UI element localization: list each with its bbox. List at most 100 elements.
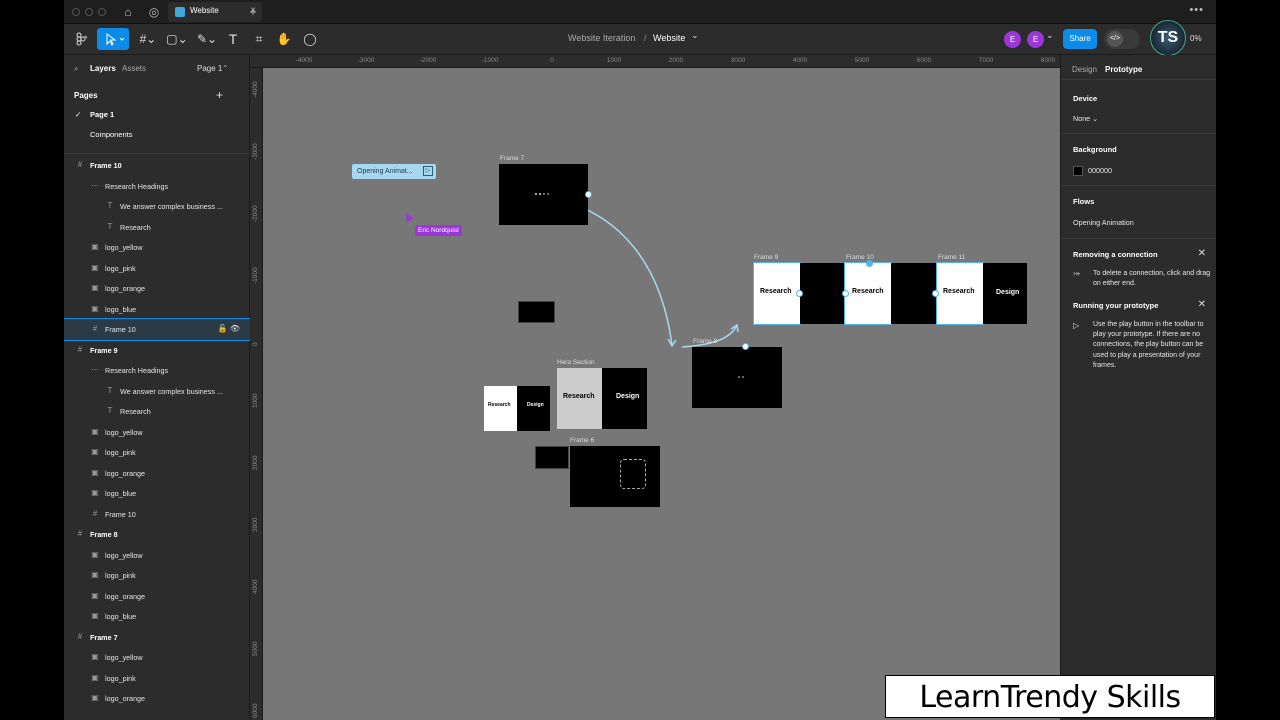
play-icon[interactable]: ▷ [423,166,433,176]
globe-icon[interactable]: ◎ [146,4,162,20]
connection-handle[interactable] [585,191,592,198]
text-tool-icon[interactable]: T [224,28,242,50]
small-frame-dark[interactable]: Design [517,386,550,431]
page-item-components[interactable]: Components [64,125,250,145]
frame-label[interactable]: Frame 11 [938,254,965,261]
layer-row[interactable]: ▣ logo_pink [64,442,250,463]
layer-row[interactable]: ▣ logo_pink [64,668,250,689]
flow-item[interactable]: Opening Animation [1073,218,1134,227]
hero-section[interactable]: Research [557,368,602,429]
layer-row[interactable]: ▣ logo_orange [64,278,250,299]
layer-row[interactable]: T We answer complex business ... [64,381,250,402]
frame-label[interactable]: Frame 7 [500,155,524,162]
frame-label[interactable]: Frame 9 [754,254,778,261]
avatar[interactable]: E [1027,31,1044,48]
background-color-swatch[interactable] [1073,166,1083,176]
image-icon: ▣ [91,262,99,272]
pen-tool-icon[interactable]: ✎⌄ [194,28,220,50]
frame-label[interactable]: Frame 8 [693,338,717,345]
layer-row[interactable]: ▣ logo_pink [64,258,250,279]
frame-8[interactable] [692,347,782,408]
layer-row[interactable]: ▣ logo_yellow [64,237,250,258]
layer-row[interactable]: # Frame 10 🔓 👁 [64,318,251,341]
layer-row[interactable]: ▣ logo_blue [64,606,250,627]
layer-row[interactable]: ▣ logo_yellow [64,647,250,668]
layer-row[interactable]: T Research [64,401,250,422]
connection-handle[interactable] [932,290,939,297]
close-icon[interactable]: ✕ [1198,299,1206,310]
chevron-down-icon[interactable]: ⌄ [691,30,699,41]
dev-mode-toggle[interactable]: </> [1104,29,1140,49]
frame-9-dark[interactable] [800,263,845,324]
canvas[interactable]: -4000 -3000 -2000 -1000 0 1000 2000 3000 4000 500… [250,55,1060,720]
frame-9[interactable]: Research [753,262,801,325]
connection-handle[interactable] [796,290,803,297]
tab-assets[interactable]: Assets [122,64,146,73]
layer-row[interactable]: ▣ logo_blue [64,299,250,320]
layer-row[interactable]: T Research [64,217,250,238]
device-select[interactable]: None ⌄ [1073,114,1098,123]
layer-row[interactable]: T We answer complex business ... [64,196,250,217]
shape-tool-icon[interactable]: ▢⌄ [164,28,190,50]
layer-row[interactable]: # Frame 8 [64,524,250,545]
frame-label[interactable]: Frame 6 [570,437,594,444]
layer-row[interactable]: ▣ logo_orange [64,586,250,607]
frame-label[interactable]: Hero Section [557,359,595,366]
comment-tool-icon[interactable]: ◯ [301,28,319,50]
tab-design[interactable]: Design [1072,65,1097,74]
small-frame[interactable] [518,301,555,323]
layer-row[interactable]: ▣ logo_orange [64,463,250,484]
breadcrumb-project[interactable]: Website Iteration [568,33,635,43]
frame-6[interactable] [570,446,660,507]
layer-row[interactable]: ▣ logo_yellow [64,545,250,566]
page-selector[interactable]: Page 1 [197,64,222,73]
frame-11-dark[interactable]: Design [983,263,1027,324]
layer-row[interactable]: ⋯ Research Headings [64,176,250,197]
small-frame-light[interactable]: Research [484,386,517,431]
connection-handle[interactable] [842,290,849,297]
add-page-button[interactable]: + [216,88,223,102]
zoom-level[interactable]: 0% [1190,34,1202,43]
tab-prototype[interactable]: Prototype [1105,65,1142,74]
share-button[interactable]: Share [1063,29,1097,49]
frame-11[interactable]: Research [936,262,984,325]
new-tab-button[interactable]: + [245,4,261,20]
hand-tool-icon[interactable]: ✋ [275,28,293,50]
layer-row[interactable]: # Frame 9 [64,340,250,361]
maximize-window-button[interactable] [98,8,106,16]
layer-row[interactable]: # Frame 10 [64,155,250,176]
layer-row[interactable]: ⋯ Research Headings [64,360,250,381]
layer-row[interactable]: ▣ logo_pink [64,565,250,586]
frame-7[interactable] [499,164,588,225]
more-options-icon[interactable]: ••• [1189,4,1204,16]
connection-handle[interactable] [742,343,749,350]
chevron-down-icon[interactable]: ⌄ [1046,30,1054,41]
layer-row[interactable]: # Frame 7 [64,627,250,648]
chevron-up-icon[interactable]: ⌃ [222,64,229,73]
layer-row[interactable]: ▣ logo_orange [64,688,250,709]
close-icon[interactable]: ✕ [1198,248,1206,259]
frame-10[interactable]: Research [844,262,892,325]
avatar[interactable]: E [1004,31,1021,48]
move-tool-button[interactable] [97,28,129,50]
minimize-window-button[interactable] [85,8,93,16]
search-icon[interactable]: ⌕ [74,64,78,74]
connection-handle[interactable] [866,260,873,267]
close-window-button[interactable] [72,8,80,16]
hero-section-dark[interactable]: Design [602,368,647,429]
frame-10-dark[interactable] [891,263,936,324]
layer-row[interactable]: ▣ logo_yellow [64,422,250,443]
home-icon[interactable]: ⌂ [120,4,136,20]
tab-layers[interactable]: Layers [90,64,116,73]
page-item-page-1[interactable]: ✓ Page 1 [64,105,250,125]
layer-row[interactable]: ▣ logo_blue [64,483,250,504]
lock-visibility-icons[interactable]: 🔓 👁 [218,324,240,333]
background-hex-input[interactable]: 000000 [1088,166,1112,175]
breadcrumb-file[interactable]: Website [653,33,685,43]
frame-tool-icon[interactable]: #⌄ [134,28,162,50]
layer-row[interactable]: # Frame 10 [64,504,250,525]
flow-starting-point-badge[interactable]: Opening Animat... ▷ [352,164,436,179]
tiny-frame[interactable] [535,446,569,469]
main-menu-icon[interactable] [70,28,92,50]
resources-tool-icon[interactable]: ⌗ [250,28,268,50]
